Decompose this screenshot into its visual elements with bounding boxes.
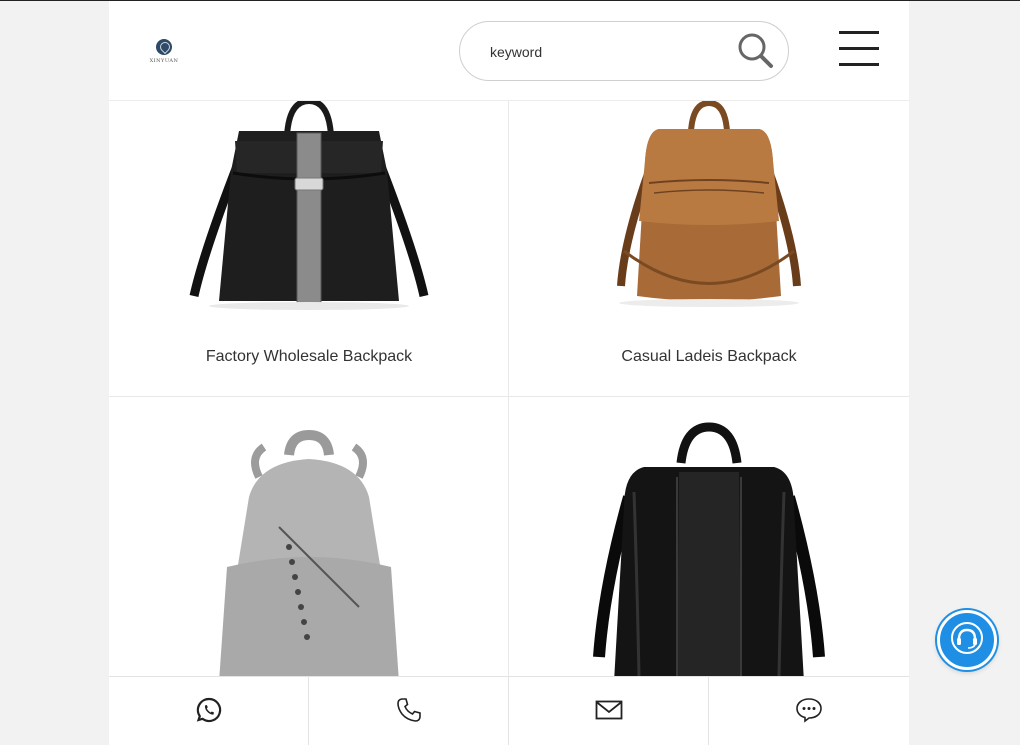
product-card[interactable] — [509, 397, 909, 697]
product-card[interactable]: Casual Ladeis Backpack — [509, 99, 909, 397]
customer-support-button[interactable] — [937, 610, 997, 670]
whatsapp-button[interactable] — [109, 677, 309, 745]
product-image[interactable] — [109, 397, 509, 682]
phone-icon — [395, 696, 423, 729]
product-image[interactable] — [509, 99, 909, 341]
bottom-contact-bar — [109, 676, 909, 745]
search-icon[interactable] — [736, 31, 776, 71]
logo[interactable]: XINYUAN — [147, 39, 181, 67]
menu-bar — [839, 63, 879, 66]
whatsapp-icon — [195, 696, 223, 729]
product-title[interactable]: Casual Ladeis Backpack — [509, 348, 909, 366]
logo-text: XINYUAN — [149, 58, 179, 64]
menu-bar — [839, 47, 879, 50]
header: XINYUAN — [109, 1, 909, 101]
menu-button[interactable] — [839, 29, 879, 67]
chat-button[interactable] — [709, 677, 909, 745]
headset-icon — [949, 620, 985, 661]
phone-button[interactable] — [309, 677, 509, 745]
email-button[interactable] — [509, 677, 709, 745]
product-image[interactable] — [509, 397, 909, 682]
search-box — [459, 21, 789, 81]
logo-mark — [156, 39, 172, 55]
product-card[interactable] — [109, 397, 509, 697]
menu-bar — [839, 31, 879, 34]
page: XINYUAN keyword Factory Wholesale Backpa… — [109, 1, 909, 745]
product-title[interactable]: Factory Wholesale Backpack — [109, 348, 509, 366]
chat-icon — [795, 696, 823, 729]
product-image[interactable] — [109, 97, 509, 341]
product-card[interactable]: Factory Wholesale Backpack — [109, 97, 509, 397]
mail-icon — [595, 699, 623, 726]
search-input[interactable] — [490, 40, 720, 64]
